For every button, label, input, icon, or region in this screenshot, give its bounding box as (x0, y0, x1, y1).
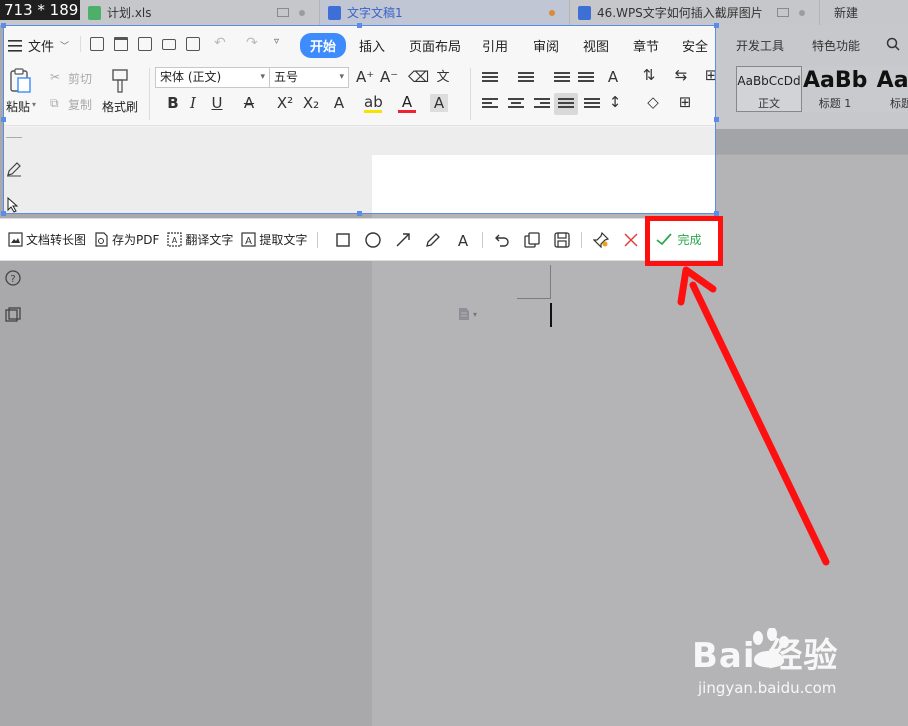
resize-handle[interactable] (357, 211, 362, 216)
baidu-paw-icon (753, 628, 789, 668)
annotation-arrow (677, 266, 830, 566)
resize-handle[interactable] (357, 23, 362, 28)
watermark-site: jingyan.baidu.com (698, 679, 837, 697)
capture-size-badge: 713 * 189 (0, 0, 80, 20)
resize-handle[interactable] (1, 23, 6, 28)
resize-handle[interactable] (1, 211, 6, 216)
resize-handle[interactable] (714, 23, 719, 28)
resize-handle[interactable] (714, 211, 719, 216)
baidu-watermark: Bai 经验 jingyan.baidu.com (692, 628, 838, 697)
resize-handle[interactable] (1, 117, 6, 122)
resize-handle[interactable] (714, 117, 719, 122)
